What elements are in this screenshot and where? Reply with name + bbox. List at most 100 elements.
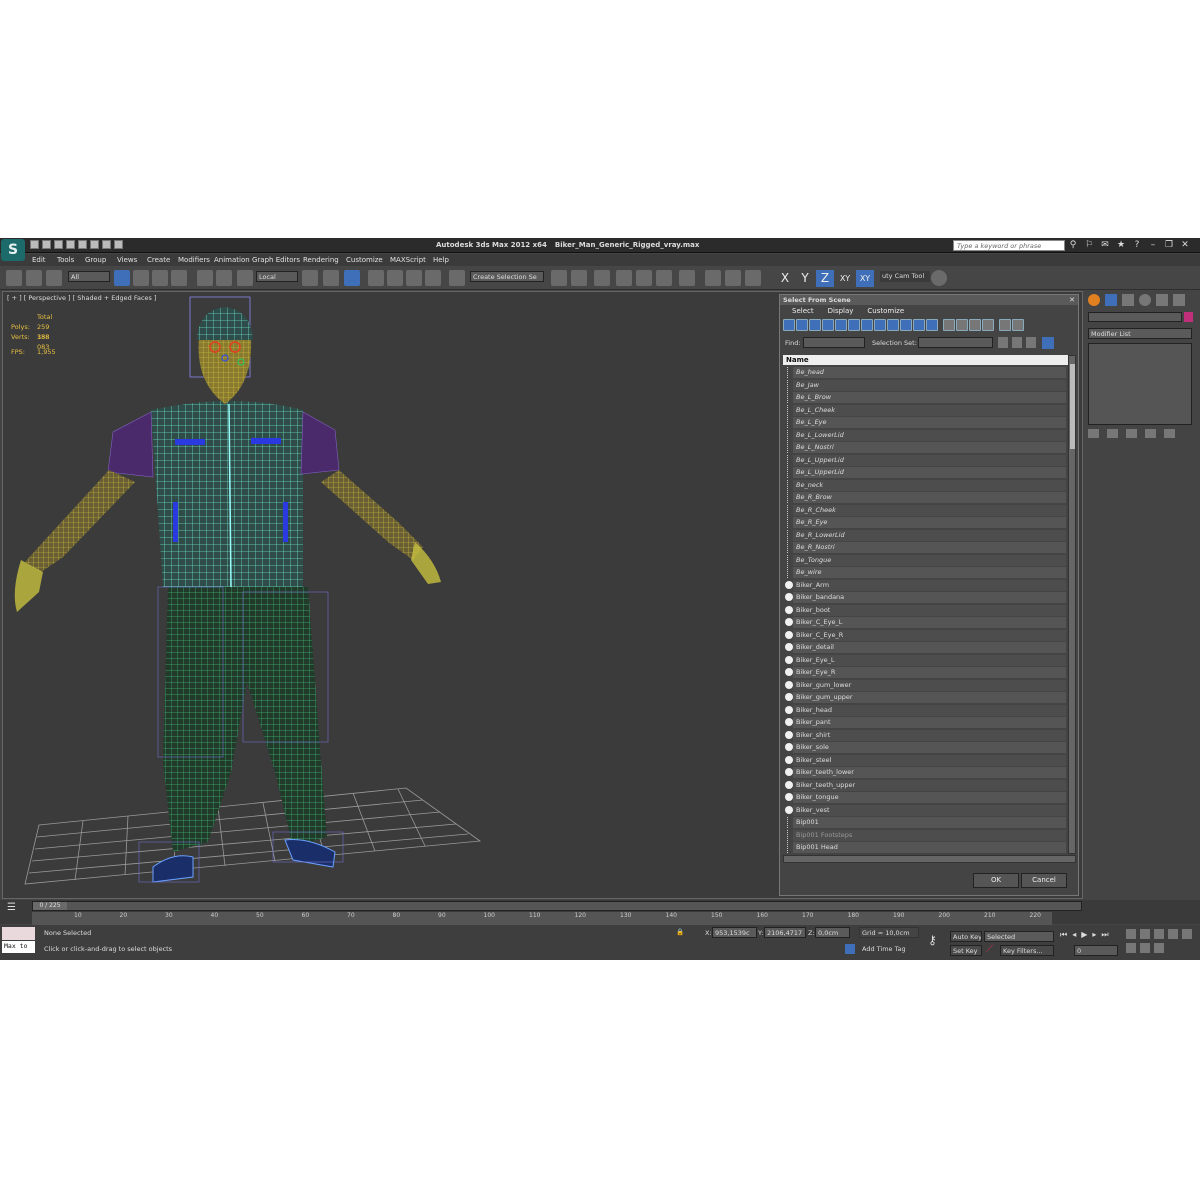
schematic-view-icon[interactable] bbox=[656, 270, 672, 286]
axis-xy-cycle-button[interactable]: XY bbox=[856, 270, 874, 287]
mini-curve-editor-icon[interactable]: ☰ bbox=[7, 902, 16, 913]
zoom-extents-icon[interactable] bbox=[1154, 929, 1164, 939]
sync-selection-icon[interactable] bbox=[1012, 319, 1024, 331]
list-item[interactable]: Be_L_Eye bbox=[783, 416, 1066, 429]
sync-set-icon[interactable] bbox=[1042, 337, 1054, 349]
list-item[interactable]: Bip001 Head bbox=[783, 841, 1066, 854]
subscription-icon[interactable]: ⚐ bbox=[1084, 240, 1094, 250]
make-unique-icon[interactable] bbox=[1126, 429, 1137, 438]
auto-key-button[interactable]: Auto Key bbox=[950, 931, 982, 942]
display-frozen-icon[interactable] bbox=[913, 319, 925, 331]
list-item[interactable]: Be_L_Nostri bbox=[783, 441, 1066, 454]
list-item[interactable]: Biker_gum_lower bbox=[783, 679, 1066, 692]
list-item[interactable]: Biker_sole bbox=[783, 741, 1066, 754]
list-item[interactable]: Biker_steel bbox=[783, 754, 1066, 767]
next-frame-icon[interactable]: ▸ bbox=[1092, 930, 1096, 940]
create-set-icon[interactable] bbox=[998, 337, 1008, 348]
unlink-icon[interactable] bbox=[26, 270, 42, 286]
list-item[interactable]: Be_L_LowerLid bbox=[783, 429, 1066, 442]
modifier-stack[interactable] bbox=[1088, 343, 1192, 425]
menu-edit[interactable]: Edit bbox=[32, 256, 46, 264]
orbit-icon[interactable] bbox=[1140, 943, 1150, 953]
scene-object-list[interactable]: Be_head Be_Jaw Be_L_Brow Be_L_Cheek Be_L_Eye… bbox=[783, 366, 1068, 854]
layer-manager-icon[interactable] bbox=[594, 270, 610, 286]
project-folder-icon[interactable] bbox=[114, 240, 123, 249]
ok-button[interactable]: OK bbox=[973, 873, 1019, 888]
snaps-toggle-icon[interactable] bbox=[368, 270, 384, 286]
app-logo-icon[interactable]: S bbox=[1, 239, 25, 261]
list-item[interactable]: Be_R_Nostri bbox=[783, 541, 1066, 554]
reference-coordinate-dropdown[interactable]: Local bbox=[256, 271, 298, 282]
help-icon[interactable]: ? bbox=[1132, 240, 1142, 250]
cam-tool-label[interactable]: uty Cam Tool bbox=[880, 271, 930, 282]
remove-from-set-icon[interactable] bbox=[1026, 337, 1036, 348]
list-item[interactable]: Be_R_Cheek bbox=[783, 504, 1066, 517]
render-production-icon[interactable] bbox=[745, 270, 761, 286]
list-item[interactable]: Biker_pant bbox=[783, 716, 1066, 729]
list-item[interactable]: Biker_boot bbox=[783, 604, 1066, 617]
list-item[interactable]: Be_L_Cheek bbox=[783, 404, 1066, 417]
go-to-end-icon[interactable]: ⏭ bbox=[1101, 930, 1108, 940]
y-coordinate-field[interactable]: 2106,4717 bbox=[764, 927, 806, 938]
hold-icon[interactable] bbox=[90, 240, 99, 249]
curve-editor-icon[interactable] bbox=[636, 270, 652, 286]
undo-icon[interactable] bbox=[66, 240, 75, 249]
named-selection-set-dropdown[interactable]: Create Selection Se bbox=[470, 271, 544, 282]
list-item[interactable]: Be_R_Eye bbox=[783, 516, 1066, 529]
favorites-icon[interactable]: ★ bbox=[1116, 240, 1126, 250]
set-key-button[interactable]: Set Key bbox=[950, 945, 982, 956]
list-vertical-scrollbar[interactable] bbox=[1068, 355, 1076, 854]
scale-icon[interactable] bbox=[237, 270, 253, 286]
rotate-icon[interactable] bbox=[216, 270, 232, 286]
list-item[interactable]: Biker_C_Eye_R bbox=[783, 629, 1066, 642]
list-item[interactable]: Biker_Eye_R bbox=[783, 666, 1066, 679]
list-item[interactable]: Biker_teeth_upper bbox=[783, 779, 1066, 792]
material-editor-icon[interactable] bbox=[679, 270, 695, 286]
dialog-close-icon[interactable]: ✕ bbox=[1069, 296, 1075, 304]
angle-snap-icon[interactable] bbox=[387, 270, 403, 286]
list-item[interactable]: Biker_teeth_lower bbox=[783, 766, 1066, 779]
list-item[interactable]: Bip001 HeadNub bbox=[783, 854, 1066, 855]
maxscript-listener[interactable]: Max to bbox=[2, 941, 35, 953]
axis-x-button[interactable]: X bbox=[776, 270, 794, 287]
axis-xy-button[interactable]: XY bbox=[836, 270, 854, 287]
spinner-snap-icon[interactable] bbox=[425, 270, 441, 286]
new-file-icon[interactable] bbox=[30, 240, 39, 249]
list-item[interactable]: Be_neck bbox=[783, 479, 1066, 492]
select-all-icon[interactable] bbox=[943, 319, 955, 331]
list-item[interactable]: Biker_vest bbox=[783, 804, 1066, 817]
move-icon[interactable] bbox=[197, 270, 213, 286]
add-time-tag-button[interactable]: Add Time Tag bbox=[862, 945, 906, 953]
axis-y-button[interactable]: Y bbox=[796, 270, 814, 287]
scroll-thumb[interactable] bbox=[1070, 364, 1075, 449]
axis-z-button[interactable]: Z bbox=[816, 270, 834, 287]
pin-stack-icon[interactable] bbox=[1088, 429, 1099, 438]
menu-animation[interactable]: Animation bbox=[214, 256, 250, 264]
motion-tab-icon[interactable] bbox=[1139, 294, 1151, 306]
list-item[interactable]: Bip001 bbox=[783, 816, 1066, 829]
mirror-icon[interactable] bbox=[551, 270, 567, 286]
configure-modifier-sets-icon[interactable] bbox=[1164, 429, 1175, 438]
show-end-result-icon[interactable] bbox=[1107, 429, 1118, 438]
keyboard-shortcut-override-icon[interactable] bbox=[344, 270, 360, 286]
menu-maxscript[interactable]: MAXScript bbox=[390, 256, 426, 264]
window-crossing-icon[interactable] bbox=[171, 270, 187, 286]
search-input[interactable]: Type a keyword or phrase bbox=[953, 240, 1065, 251]
list-item[interactable]: Be_R_LowerLid bbox=[783, 529, 1066, 542]
lock-icon[interactable]: 🔒 bbox=[676, 928, 684, 936]
bind-space-warp-icon[interactable] bbox=[46, 270, 62, 286]
menu-create[interactable]: Create bbox=[147, 256, 170, 264]
hierarchy-tab-icon[interactable] bbox=[1122, 294, 1134, 306]
z-coordinate-field[interactable]: 0,0cm bbox=[815, 927, 850, 938]
list-item[interactable]: Be_Tongue bbox=[783, 554, 1066, 567]
field-of-view-icon[interactable] bbox=[1182, 929, 1192, 939]
create-tab-icon[interactable] bbox=[1088, 294, 1100, 306]
find-input[interactable] bbox=[803, 337, 865, 348]
object-name-field[interactable] bbox=[1088, 312, 1182, 322]
display-hidden-icon[interactable] bbox=[926, 319, 938, 331]
maxscript-listener-top[interactable] bbox=[2, 927, 35, 940]
restore-icon[interactable]: ❐ bbox=[1164, 240, 1174, 250]
selection-filter-dropdown[interactable]: All bbox=[68, 271, 110, 282]
edit-named-selection-icon[interactable] bbox=[449, 270, 465, 286]
list-item[interactable]: Biker_Arm bbox=[783, 579, 1066, 592]
